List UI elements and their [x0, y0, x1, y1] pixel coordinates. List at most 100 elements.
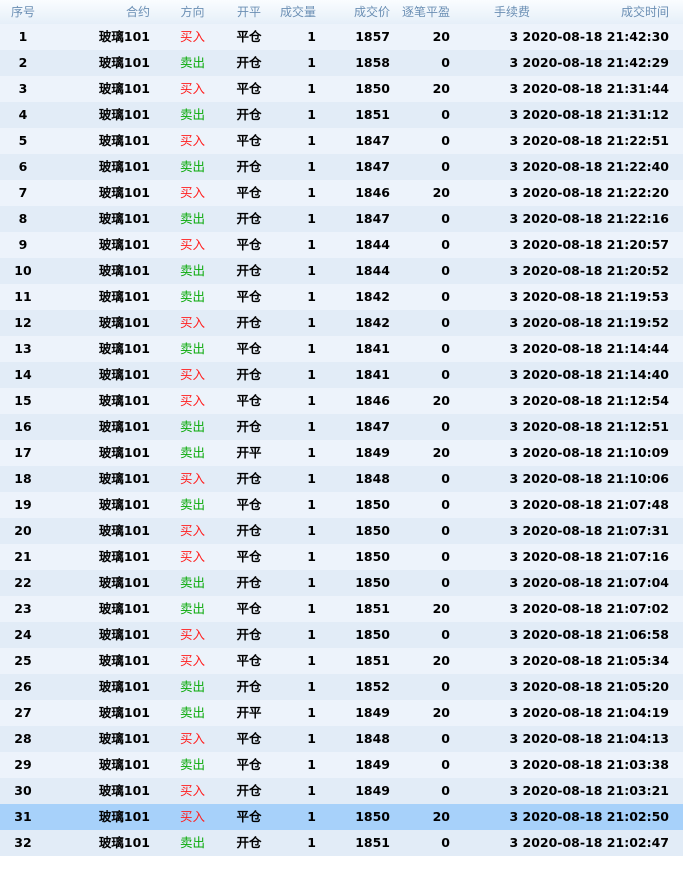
cell-price: 1851 — [355, 653, 390, 668]
cell-pnl: 20 — [432, 601, 450, 616]
table-row[interactable]: 22 玻璃101 卖出 开仓 1 1850 0 3 2020-08-18 21:07:04 — [0, 570, 683, 596]
table-row[interactable]: 3 玻璃101 买入 平仓 1 1850 20 3 2020-08-18 21:31:44 — [0, 76, 683, 102]
table-row[interactable]: 1 玻璃101 买入 平仓 1 1857 20 3 2020-08-18 21:42:30 — [0, 24, 683, 50]
cell-contract: 玻璃101 — [98, 315, 150, 330]
cell-open-close: 开仓 — [236, 575, 262, 590]
table-row[interactable]: 20 玻璃101 买入 开仓 1 1850 0 3 2020-08-18 21:07:31 — [0, 518, 683, 544]
header-fee-time[interactable]: 手续费 成交时间 — [460, 0, 683, 26]
table-row[interactable]: 17 玻璃101 卖出 开平 1 1849 20 3 2020-08-18 21:10:09 — [0, 440, 683, 466]
cell-fee-time: 3 2020-08-18 21:22:20 — [460, 180, 683, 206]
cell-pnl: 0 — [441, 497, 450, 512]
cell-time: 2020-08-18 21:22:16 — [522, 211, 670, 226]
cell-fee: 3 — [509, 315, 519, 330]
cell-time: 2020-08-18 21:12:54 — [522, 393, 670, 408]
table-row[interactable]: 30 玻璃101 买入 开仓 1 1849 0 3 2020-08-18 21:03:21 — [0, 778, 683, 804]
cell-fee: 3 — [509, 419, 519, 434]
table-row[interactable]: 24 玻璃101 买入 开仓 1 1850 0 3 2020-08-18 21:06:58 — [0, 622, 683, 648]
cell-direction: 买入 — [179, 133, 205, 148]
cell-contract: 玻璃101 — [98, 185, 150, 200]
table-row[interactable]: 25 玻璃101 买入 平仓 1 1851 20 3 2020-08-18 21:05:34 — [0, 648, 683, 674]
table-row[interactable]: 27 玻璃101 卖出 开平 1 1849 20 3 2020-08-18 21:04:19 — [0, 700, 683, 726]
table-row[interactable]: 14 玻璃101 买入 开仓 1 1841 0 3 2020-08-18 21:14:40 — [0, 362, 683, 388]
cell-direction: 买入 — [179, 81, 205, 96]
cell-contract: 玻璃101 — [98, 731, 150, 746]
cell-direction: 买入 — [179, 471, 205, 486]
header-direction[interactable]: 方向 — [152, 0, 232, 26]
cell-no: 27 — [14, 705, 32, 720]
header-time: 成交时间 — [620, 5, 669, 19]
table-row[interactable]: 28 玻璃101 买入 平仓 1 1848 0 3 2020-08-18 21:04:13 — [0, 726, 683, 752]
cell-time: 2020-08-18 21:14:40 — [522, 367, 670, 382]
cell-direction: 卖出 — [179, 835, 205, 850]
table-row[interactable]: 10 玻璃101 卖出 开仓 1 1844 0 3 2020-08-18 21:20:52 — [0, 258, 683, 284]
cell-direction: 卖出 — [179, 497, 205, 512]
table-row[interactable]: 12 玻璃101 买入 开仓 1 1842 0 3 2020-08-18 21:19:52 — [0, 310, 683, 336]
cell-time: 2020-08-18 21:42:29 — [522, 55, 670, 70]
table-row[interactable]: 4 玻璃101 卖出 开仓 1 1851 0 3 2020-08-18 21:31:12 — [0, 102, 683, 128]
header-open-close[interactable]: 开平 — [232, 0, 266, 26]
cell-volume: 1 — [307, 81, 316, 96]
table-row[interactable]: 26 玻璃101 卖出 开仓 1 1852 0 3 2020-08-18 21:05:20 — [0, 674, 683, 700]
table-row[interactable]: 19 玻璃101 卖出 平仓 1 1850 0 3 2020-08-18 21:07:48 — [0, 492, 683, 518]
table-row[interactable]: 6 玻璃101 卖出 开仓 1 1847 0 3 2020-08-18 21:22:40 — [0, 154, 683, 180]
cell-fee-time: 3 2020-08-18 21:22:40 — [460, 154, 683, 180]
table-row[interactable]: 9 玻璃101 买入 平仓 1 1844 0 3 2020-08-18 21:20:57 — [0, 232, 683, 258]
cell-contract: 玻璃101 — [98, 419, 150, 434]
cell-fee-time: 3 2020-08-18 21:04:13 — [460, 726, 683, 752]
cell-contract: 玻璃101 — [98, 211, 150, 226]
cell-volume: 1 — [307, 237, 316, 252]
header-pnl[interactable]: 逐笔平盈 — [390, 0, 460, 26]
table-row[interactable]: 21 玻璃101 买入 平仓 1 1850 0 3 2020-08-18 21:07:16 — [0, 544, 683, 570]
cell-fee-time: 3 2020-08-18 21:20:57 — [460, 232, 683, 258]
cell-open-close: 平仓 — [236, 289, 262, 304]
cell-direction: 卖出 — [179, 289, 205, 304]
cell-pnl: 20 — [432, 705, 450, 720]
cell-pnl: 20 — [432, 393, 450, 408]
cell-time: 2020-08-18 21:05:20 — [522, 679, 670, 694]
cell-time: 2020-08-18 21:03:21 — [522, 783, 670, 798]
cell-no: 29 — [14, 757, 32, 772]
table-row[interactable]: 29 玻璃101 卖出 平仓 1 1849 0 3 2020-08-18 21:03:38 — [0, 752, 683, 778]
cell-price: 1847 — [355, 419, 390, 434]
table-row[interactable]: 8 玻璃101 卖出 开仓 1 1847 0 3 2020-08-18 21:22:16 — [0, 206, 683, 232]
cell-price: 1852 — [355, 679, 390, 694]
cell-price: 1850 — [355, 575, 390, 590]
cell-open-close: 开仓 — [236, 315, 262, 330]
table-row[interactable]: 18 玻璃101 买入 开仓 1 1848 0 3 2020-08-18 21:10:06 — [0, 466, 683, 492]
cell-fee: 3 — [509, 29, 519, 44]
cell-pnl: 0 — [441, 263, 450, 278]
cell-no: 23 — [14, 601, 32, 616]
cell-pnl: 0 — [441, 471, 450, 486]
cell-fee: 3 — [509, 55, 519, 70]
cell-price: 1844 — [355, 237, 390, 252]
cell-fee-time: 3 2020-08-18 21:19:53 — [460, 284, 683, 310]
table-row[interactable]: 11 玻璃101 卖出 平仓 1 1842 0 3 2020-08-18 21:19:53 — [0, 284, 683, 310]
cell-open-close: 平仓 — [236, 809, 262, 824]
cell-time: 2020-08-18 21:22:40 — [522, 159, 670, 174]
table-row[interactable]: 32 玻璃101 卖出 开仓 1 1851 0 3 2020-08-18 21:02:47 — [0, 830, 683, 856]
cell-open-close: 开仓 — [236, 263, 262, 278]
cell-time: 2020-08-18 21:31:12 — [522, 107, 670, 122]
table-row[interactable]: 31 玻璃101 买入 平仓 1 1850 20 3 2020-08-18 21:02:50 — [0, 804, 683, 830]
header-contract[interactable]: 合约 — [46, 0, 152, 26]
table-row[interactable]: 7 玻璃101 买入 平仓 1 1846 20 3 2020-08-18 21:22:20 — [0, 180, 683, 206]
table-row[interactable]: 2 玻璃101 卖出 开仓 1 1858 0 3 2020-08-18 21:42:29 — [0, 50, 683, 76]
cell-no: 16 — [14, 419, 32, 434]
cell-pnl: 0 — [441, 237, 450, 252]
header-no[interactable]: 序号 — [0, 0, 46, 26]
header-volume[interactable]: 成交量 — [266, 0, 320, 26]
cell-fee-time: 3 2020-08-18 21:10:09 — [460, 440, 683, 466]
cell-pnl: 20 — [432, 185, 450, 200]
table-row[interactable]: 16 玻璃101 卖出 开仓 1 1847 0 3 2020-08-18 21:12:51 — [0, 414, 683, 440]
table-row[interactable]: 13 玻璃101 卖出 平仓 1 1841 0 3 2020-08-18 21:14:44 — [0, 336, 683, 362]
table-row[interactable]: 23 玻璃101 卖出 平仓 1 1851 20 3 2020-08-18 21:07:02 — [0, 596, 683, 622]
cell-fee-time: 3 2020-08-18 21:19:52 — [460, 310, 683, 336]
cell-fee-time: 3 2020-08-18 21:07:02 — [460, 596, 683, 622]
cell-contract: 玻璃101 — [98, 289, 150, 304]
table-row[interactable]: 5 玻璃101 买入 平仓 1 1847 0 3 2020-08-18 21:22:51 — [0, 128, 683, 154]
cell-price: 1851 — [355, 601, 390, 616]
cell-volume: 1 — [307, 497, 316, 512]
table-row[interactable]: 15 玻璃101 买入 平仓 1 1846 20 3 2020-08-18 21:12:54 — [0, 388, 683, 414]
cell-fee-time: 3 2020-08-18 21:14:44 — [460, 336, 683, 362]
header-price[interactable]: 成交价 — [320, 0, 390, 26]
